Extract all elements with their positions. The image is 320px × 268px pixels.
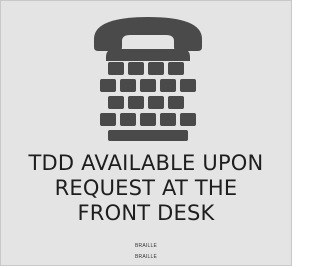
sign-title-line-1: TDD AVAILABLE UPON: [28, 151, 264, 175]
sign-title-line-2: REQUEST AT THE: [54, 176, 238, 200]
braille-label: BRAILLE: [135, 254, 157, 260]
tdd-sign: TDD AVAILABLE UPON REQUEST AT THE FRONT …: [0, 0, 292, 266]
telephone-base-icon: [106, 49, 190, 61]
sign-title-line-3: FRONT DESK: [77, 201, 215, 225]
braille-label: BRAILLE: [135, 243, 157, 249]
tdd-telephone-icon: [94, 17, 202, 141]
sign-title: TDD AVAILABLE UPON REQUEST AT THE FRONT …: [1, 151, 291, 226]
space-bar-icon: [108, 130, 188, 141]
telephone-handset-icon: [94, 17, 202, 51]
